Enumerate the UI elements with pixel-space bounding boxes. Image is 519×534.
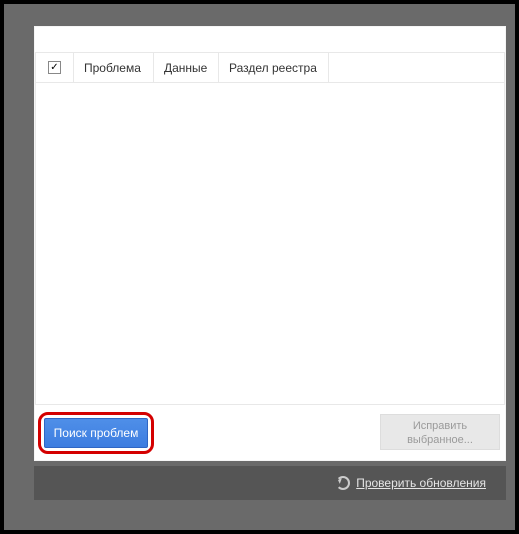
status-bar: Проверить обновления (34, 466, 506, 500)
action-bar: Поиск проблем Исправить выбранное... (35, 412, 505, 454)
check-updates-link[interactable]: Проверить обновления (356, 476, 486, 490)
column-header-spacer (329, 53, 504, 82)
column-header-data[interactable]: Данные (154, 53, 219, 82)
main-panel: ✓ Проблема Данные Раздел реестра Поиск п… (34, 26, 506, 461)
fix-selected-line2: выбранное... (407, 434, 473, 446)
app-window: ✓ Проблема Данные Раздел реестра Поиск п… (4, 4, 515, 530)
search-problems-button[interactable]: Поиск проблем (44, 418, 148, 448)
select-all-checkbox[interactable]: ✓ (48, 61, 61, 74)
column-header-select[interactable]: ✓ (36, 53, 74, 82)
search-button-highlight: Поиск проблем (38, 412, 154, 454)
table-header-row: ✓ Проблема Данные Раздел реестра (36, 53, 504, 83)
fix-selected-button: Исправить выбранное... (380, 414, 500, 450)
column-header-registry[interactable]: Раздел реестра (219, 53, 329, 82)
refresh-icon (336, 476, 350, 490)
column-header-problem[interactable]: Проблема (74, 53, 154, 82)
results-table: ✓ Проблема Данные Раздел реестра (35, 52, 505, 405)
fix-selected-line1: Исправить (413, 420, 467, 432)
